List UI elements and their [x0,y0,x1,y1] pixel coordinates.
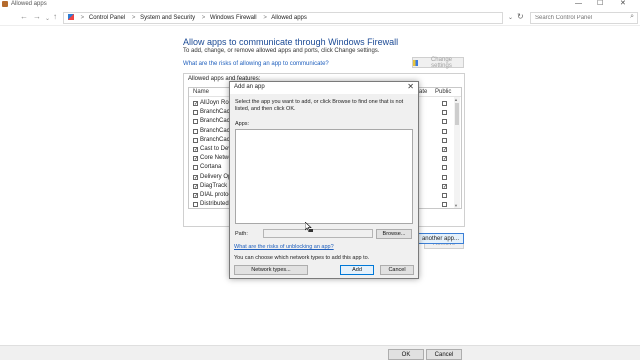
page-title: Allow apps to communicate through Window… [183,37,399,47]
up-arrow-icon[interactable]: ↑ [53,12,57,22]
public-checkbox[interactable] [442,101,447,106]
left-strip [0,27,13,345]
dialog-title-bar: Add an app ✕ [230,82,418,94]
app-name: Cast to Devi [200,146,233,152]
app-checkbox[interactable] [193,202,198,208]
search-input[interactable] [531,13,623,23]
public-checkbox[interactable]: ✓ [442,147,447,153]
app-checkbox[interactable]: ✓ [193,156,198,162]
breadcrumb-allowed-apps[interactable]: Allowed apps [271,15,307,21]
forward-arrow-icon[interactable]: → [33,12,41,22]
title-bar: Allowed apps — ☐ ✕ [0,0,640,9]
public-checkbox[interactable] [442,193,447,198]
app-name: Distributed [200,201,229,208]
risks-link[interactable]: What are the risks of allowing an app to… [183,61,329,67]
column-name[interactable]: Name [193,89,209,95]
app-name: DIAL protoc [200,192,232,198]
public-checkbox[interactable] [442,165,447,171]
apps-list[interactable] [235,129,413,224]
close-window-button[interactable]: ✕ [620,0,626,8]
breadcrumb-separator: > [131,15,136,21]
app-checkbox[interactable]: ✓ [193,147,198,153]
public-checkbox[interactable] [442,119,447,125]
list-scrollbar[interactable]: ▲ ▼ [454,97,460,208]
path-label: Path: [235,231,248,237]
add-app-dialog: Add an app ✕ Select the app you want to … [229,81,419,279]
scroll-up-icon[interactable]: ▲ [454,97,458,102]
public-checkbox[interactable] [442,174,447,180]
scroll-down-icon[interactable]: ▼ [454,203,458,208]
breadcrumb-control-panel[interactable]: Control Panel [89,15,125,21]
column-private[interactable]: ate [419,89,427,95]
address-bar: ← → ⌄ ↑ > Control Panel > System and Sec… [0,9,640,26]
browse-button[interactable]: Browse... [376,229,412,239]
app-name: Cortana [200,164,222,171]
public-checkbox[interactable] [442,128,447,134]
app-checkbox[interactable]: ✓ [193,183,198,189]
app-checkbox[interactable] [193,128,198,134]
breadcrumb-separator: > [80,15,85,21]
public-checkbox[interactable] [442,202,447,208]
public-checkbox[interactable] [442,137,447,143]
add-button[interactable]: Add [340,265,374,275]
scrollbar-thumb[interactable] [455,103,459,125]
app-name: DiagTrack [200,182,228,189]
footer-bar: OK Cancel [0,345,640,360]
footer-cancel-button[interactable]: Cancel [426,349,462,360]
dialog-instructions: Select the app you want to add, or click… [235,99,404,112]
address-dropdown-icon[interactable]: ⌄ [508,14,513,21]
app-checkbox[interactable]: ✓ [193,101,198,107]
public-checkbox[interactable] [442,110,447,116]
firewall-app-icon [2,1,8,7]
public-checkbox[interactable]: ✓ [442,183,447,189]
app-checkbox[interactable] [193,110,198,116]
breadcrumb-separator: > [201,15,206,21]
public-checkbox[interactable]: ✓ [442,156,447,162]
search-icon[interactable]: ⌕ [630,13,634,21]
recent-locations-dropdown-icon[interactable]: ⌄ [45,14,50,24]
minimize-button[interactable]: — [575,0,582,8]
path-input[interactable] [263,229,373,238]
dialog-title: Add an app [234,84,265,90]
control-panel-icon [68,14,74,20]
page-subtitle: To add, change, or remove allowed apps a… [183,48,380,54]
search-box: ⌕ [530,12,638,24]
app-checkbox[interactable]: ✓ [193,174,198,180]
breadcrumb-separator: > [263,15,267,21]
breadcrumb-windows-firewall[interactable]: Windows Firewall [210,15,257,21]
apps-label: Apps: [235,121,250,127]
dialog-close-icon[interactable]: ✕ [407,82,414,91]
app-checkbox[interactable] [193,137,198,143]
app-checkbox[interactable]: ✓ [193,193,198,199]
uac-shield-icon [413,59,418,66]
breadcrumb-system-security[interactable]: System and Security [140,15,195,21]
network-types-button[interactable]: Network types... [234,265,308,275]
dialog-cancel-button[interactable]: Cancel [380,265,414,275]
app-checkbox[interactable] [193,119,198,125]
network-types-text: You can choose which network types to ad… [234,255,370,261]
back-arrow-icon[interactable]: ← [20,12,28,22]
app-name: Core Netwo [200,155,232,162]
ok-button[interactable]: OK [388,349,424,360]
change-settings-label: Change settings [430,56,452,69]
maximize-button[interactable]: ☐ [597,0,603,8]
allow-another-app-button[interactable]: another app... [412,233,464,244]
app-checkbox[interactable] [193,165,198,171]
refresh-icon[interactable]: ↻ [517,12,524,21]
window-title: Allowed apps [11,1,47,7]
unblock-risks-link[interactable]: What are the risks of unblocking an app? [234,244,334,250]
breadcrumb[interactable]: > Control Panel > System and Security > … [63,12,503,24]
column-public[interactable]: Public [435,89,451,95]
change-settings-button[interactable]: Change settings [412,56,464,69]
busy-cursor-icon [305,222,313,232]
